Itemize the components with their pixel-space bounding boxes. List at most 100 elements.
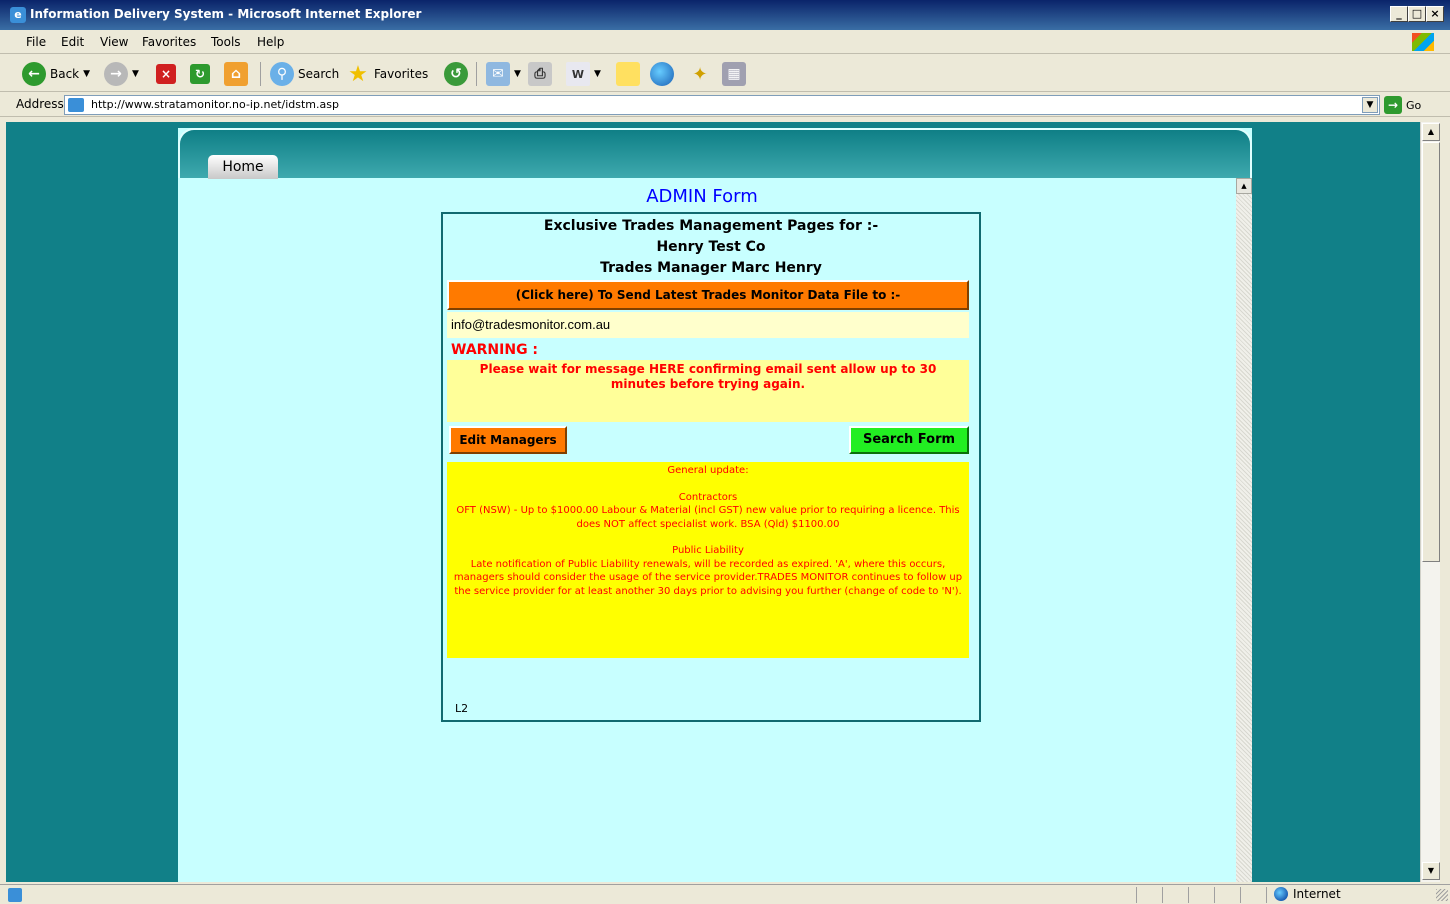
stop-icon: × xyxy=(156,64,176,84)
page-header: Home xyxy=(178,128,1252,179)
media-button[interactable]: ▦ xyxy=(722,60,746,88)
home-button[interactable]: ⌂ xyxy=(224,60,248,88)
chevron-down-icon: ▼ xyxy=(132,69,139,79)
search-label: Search xyxy=(298,67,340,81)
address-label: Address xyxy=(16,97,64,111)
refresh-button[interactable]: ↻ xyxy=(190,60,210,88)
word-icon: W xyxy=(566,62,590,86)
forward-button[interactable]: → ▼ xyxy=(104,60,139,88)
menu-help[interactable]: Help xyxy=(257,35,284,49)
print-icon: ⎙ xyxy=(528,62,552,86)
history-icon: ↺ xyxy=(444,62,468,86)
sparkle-icon: ✦ xyxy=(692,63,708,85)
toolbar-separator xyxy=(476,62,477,86)
minimize-button[interactable]: _ xyxy=(1390,6,1408,22)
menu-file[interactable]: File xyxy=(26,35,46,49)
star-icon: ★ xyxy=(348,61,368,87)
status-bar: Internet xyxy=(0,884,1450,904)
inner-scrollbar[interactable]: ▲ xyxy=(1236,178,1252,882)
title-bar: e Information Delivery System - Microsof… xyxy=(0,0,1450,30)
form-title: ADMIN Form xyxy=(646,186,758,207)
search-form-button[interactable]: Search Form xyxy=(849,426,969,454)
media-icon: ▦ xyxy=(722,62,746,86)
favorites-button[interactable]: ★ Favorites xyxy=(346,60,428,88)
maximize-button[interactable]: □ xyxy=(1408,6,1426,22)
liability-heading: Public Liability xyxy=(672,545,744,556)
page-code: L2 xyxy=(455,702,469,715)
status-pane xyxy=(1136,887,1137,903)
contractors-heading: Contractors xyxy=(678,491,738,503)
scroll-thumb[interactable] xyxy=(1422,142,1440,562)
address-bar: Address http://www.stratamonitor.no-ip.n… xyxy=(0,93,1450,117)
status-pane xyxy=(1188,887,1189,903)
page-icon xyxy=(68,98,84,112)
back-label: Back xyxy=(50,67,80,81)
menu-edit[interactable]: Edit xyxy=(61,35,84,49)
page-status-icon xyxy=(8,888,22,902)
chevron-down-icon: ▼ xyxy=(514,69,521,79)
status-pane xyxy=(1240,887,1241,903)
menu-view[interactable]: View xyxy=(100,35,128,49)
search-icon: ⚲ xyxy=(270,62,294,86)
status-pane xyxy=(1266,887,1267,903)
go-label: Go xyxy=(1406,98,1422,112)
history-button[interactable]: ↺ xyxy=(444,60,468,88)
refresh-icon: ↻ xyxy=(190,64,210,84)
page-viewport: Home ADMIN Form Exclusive Trades Managem… xyxy=(6,122,1420,882)
update-heading: General update: xyxy=(667,465,749,476)
liability-text: Late notification of Public Liability re… xyxy=(453,558,963,597)
mail-icon: ✉ xyxy=(486,62,510,86)
stop-button[interactable]: × xyxy=(156,60,176,88)
chevron-down-icon: ▼ xyxy=(83,69,91,79)
windows-logo-icon xyxy=(1412,33,1434,51)
scroll-up-icon[interactable]: ▲ xyxy=(1236,178,1252,194)
general-update-panel: General update: Contractors OFT (NSW) - … xyxy=(447,462,969,658)
window-title: Information Delivery System - Microsoft … xyxy=(30,7,422,21)
chevron-down-icon: ▼ xyxy=(594,69,601,79)
close-button[interactable]: × xyxy=(1426,6,1444,22)
forward-arrow-icon: → xyxy=(104,62,128,86)
back-arrow-icon: ← xyxy=(22,62,46,86)
globe-icon xyxy=(650,62,674,86)
zone-label: Internet xyxy=(1293,887,1341,901)
menu-tools[interactable]: Tools xyxy=(211,35,241,49)
edit-button[interactable]: W ▼ xyxy=(566,60,601,88)
back-button[interactable]: ← Back ▼ xyxy=(22,60,90,88)
security-zone: Internet xyxy=(1274,887,1341,901)
ie-icon: e xyxy=(10,7,26,23)
messenger-button[interactable]: ✦ xyxy=(688,60,712,88)
research-button[interactable] xyxy=(650,60,674,88)
status-pane xyxy=(1214,887,1215,903)
content-frame: Home ADMIN Form Exclusive Trades Managem… xyxy=(178,128,1252,882)
go-button[interactable]: → Go xyxy=(1384,96,1421,114)
send-data-file-button[interactable]: (Click here) To Send Latest Trades Monit… xyxy=(447,280,969,310)
scroll-down-icon[interactable]: ▼ xyxy=(1422,862,1440,880)
heading-line-1: Exclusive Trades Management Pages for :- xyxy=(543,218,879,234)
address-input[interactable]: http://www.stratamonitor.no-ip.net/idstm… xyxy=(64,95,1380,115)
company-name: Henry Test Co xyxy=(656,239,766,255)
contractors-text: OFT (NSW) - Up to $1000.00 Labour & Mate… xyxy=(456,505,960,530)
mail-button[interactable]: ✉ ▼ xyxy=(486,60,521,88)
menu-bar: File Edit View Favorites Tools Help xyxy=(0,30,1450,54)
status-pane xyxy=(1162,887,1163,903)
email-field[interactable]: info@tradesmonitor.com.au xyxy=(447,312,969,338)
toolbar-separator xyxy=(260,62,261,86)
edit-managers-button[interactable]: Edit Managers xyxy=(449,426,567,454)
warning-message: Please wait for message HERE confirming … xyxy=(447,360,969,422)
menu-favorites[interactable]: Favorites xyxy=(142,35,196,49)
discuss-button[interactable] xyxy=(616,60,640,88)
search-button[interactable]: ⚲ Search xyxy=(270,60,339,88)
scroll-up-icon[interactable]: ▲ xyxy=(1422,123,1440,141)
warning-label: WARNING : xyxy=(451,342,539,358)
go-arrow-icon: → xyxy=(1384,96,1402,114)
globe-icon xyxy=(1274,887,1288,901)
print-button[interactable]: ⎙ xyxy=(528,60,552,88)
toolbar: ← Back ▼ → ▼ × ↻ ⌂ ⚲ Search ★ Favorites … xyxy=(0,56,1450,92)
resize-grip-icon[interactable] xyxy=(1436,889,1448,901)
note-icon xyxy=(616,62,640,86)
home-tab[interactable]: Home xyxy=(208,155,278,179)
favorites-label: Favorites xyxy=(374,67,429,81)
manager-name: Trades Manager Marc Henry xyxy=(600,260,822,276)
address-dropdown[interactable]: ▼ xyxy=(1362,97,1378,113)
page-scrollbar[interactable]: ▲ ▼ xyxy=(1420,122,1440,882)
